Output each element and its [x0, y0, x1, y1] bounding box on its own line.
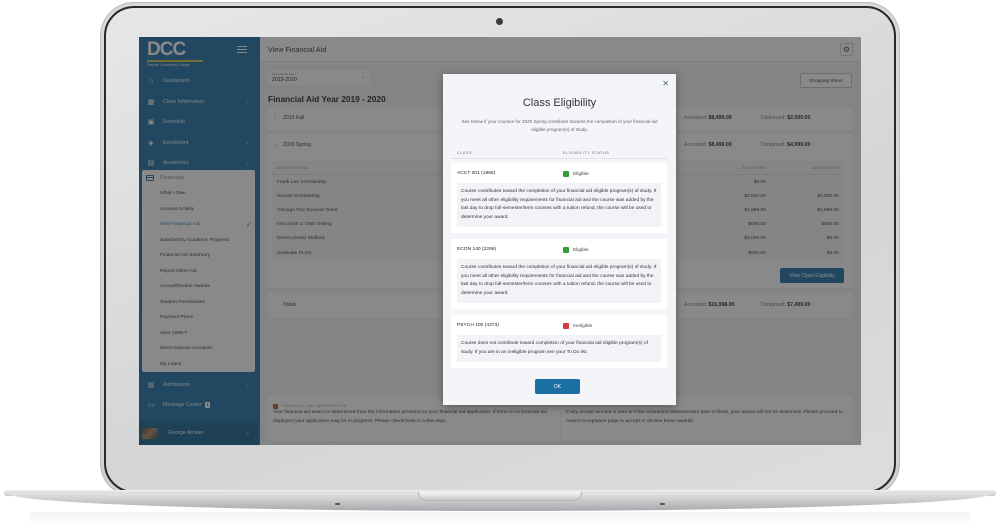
- laptop-foot: [335, 503, 340, 505]
- status-indicator-icon: [563, 171, 569, 177]
- reflection: [30, 512, 970, 526]
- status-label: Eligible: [573, 171, 589, 177]
- eligibility-description: Course contributes toward the completion…: [457, 183, 661, 228]
- laptop-notch: [418, 492, 582, 501]
- close-icon[interactable]: ✕: [662, 79, 669, 88]
- class-eligibility-card: ACCT 201 (1886) Eligible Course contribu…: [451, 163, 667, 234]
- class-name: PSYCH 100 (4373): [457, 323, 499, 328]
- camera-icon: [496, 18, 503, 25]
- status-indicator-icon: [563, 323, 569, 329]
- class-name: ECON 140 (2259): [457, 247, 497, 252]
- modal-title: Class Eligibility: [522, 97, 597, 109]
- status-label: Ineligible: [573, 323, 593, 329]
- class-row: ACCT 201 (1886) Eligible: [451, 163, 667, 183]
- modal-subtitle: See below if your courses for 2020 Sprin…: [461, 119, 658, 133]
- class-eligibility-card: ECON 140 (2259) Eligible Course contribu…: [451, 239, 667, 310]
- status-indicator-icon: [563, 247, 569, 253]
- eligibility-description: Course does not contribute toward comple…: [457, 335, 661, 363]
- eligibility-status: Eligible: [563, 247, 589, 253]
- modal-table-header: CLASS ELIGIBILITY STATUS: [451, 147, 667, 159]
- class-eligibility-modal: ✕ Class Eligibility See below if your co…: [443, 74, 676, 405]
- eligibility-status: Eligible: [563, 171, 589, 177]
- column-header-eligibility-status: ELIGIBILITY STATUS: [563, 151, 610, 155]
- laptop-mockup: DCC Danville Community College ⌂ Dashboa…: [0, 0, 1000, 529]
- column-header-class: CLASS: [457, 151, 473, 155]
- status-label: Eligible: [573, 247, 589, 253]
- eligibility-status: Ineligible: [563, 323, 592, 329]
- class-row: ECON 140 (2259) Eligible: [451, 239, 667, 259]
- screen: DCC Danville Community College ⌂ Dashboa…: [139, 37, 861, 445]
- class-name: ACCT 201 (1886): [457, 171, 496, 176]
- class-eligibility-card: PSYCH 100 (4373) Ineligible Course does …: [451, 315, 667, 369]
- class-row: PSYCH 100 (4373) Ineligible: [451, 315, 667, 335]
- ok-button[interactable]: OK: [535, 379, 580, 394]
- eligibility-description: Course contributes toward the completion…: [457, 259, 661, 304]
- laptop-foot: [660, 503, 665, 505]
